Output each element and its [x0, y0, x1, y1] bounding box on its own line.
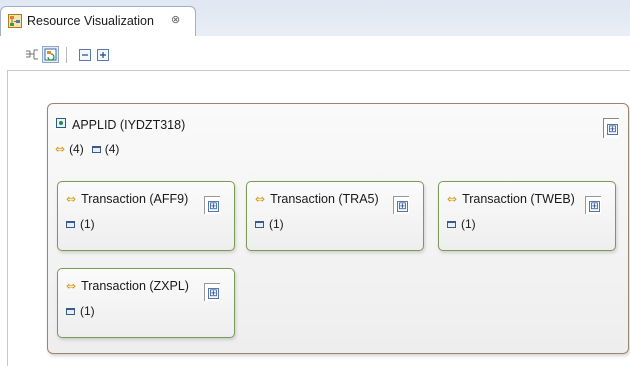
- expand-icon: ⊞: [607, 124, 618, 135]
- expand-icon: ⊞: [208, 201, 219, 212]
- transaction-expand-button[interactable]: ⊞: [585, 196, 601, 214]
- transaction-count: (1): [269, 217, 284, 231]
- transaction-title: ⇔ Transaction (TRA5): [255, 192, 379, 206]
- transaction-label: Transaction (AFF9): [81, 192, 189, 206]
- transaction-arrows-icon: ⇔: [55, 142, 66, 156]
- view-title: Resource Visualization: [27, 14, 154, 28]
- transaction-title: ⇔ Transaction (TWEB): [447, 192, 575, 206]
- transaction-title: ⇔ Transaction (AFF9): [66, 192, 188, 206]
- transaction-arrows-icon: ⇔: [255, 192, 266, 206]
- transaction-count: (1): [80, 304, 95, 318]
- transaction-title: ⇔ Transaction (ZXPL): [66, 279, 189, 293]
- toolbar-separator: [66, 47, 67, 63]
- expand-all-icon[interactable]: [96, 48, 110, 62]
- transaction-count: (1): [461, 217, 476, 231]
- transaction-card-zxpl[interactable]: ⇔ Transaction (ZXPL) (1) ⊞: [57, 268, 235, 338]
- region-icon: [91, 145, 101, 153]
- view-tab-bar: Resource Visualization ⊗: [0, 0, 630, 37]
- resource-visualization-icon: [8, 14, 22, 28]
- transaction-card-aff9[interactable]: ⇔ Transaction (AFF9) (1) ⊞: [57, 181, 235, 251]
- collapse-all-icon[interactable]: [78, 48, 92, 62]
- transaction-expand-button[interactable]: ⊞: [204, 283, 220, 301]
- region-icon: [255, 220, 264, 228]
- transaction-arrows-icon: ⇔: [66, 192, 77, 206]
- region-icon: [447, 220, 456, 228]
- transaction-label: Transaction (TWEB): [462, 192, 575, 206]
- transaction-count-row: (1): [66, 217, 95, 231]
- applid-expand-button[interactable]: ⊞: [603, 118, 619, 138]
- region-icon: [66, 220, 75, 228]
- transaction-expand-button[interactable]: ⊞: [393, 196, 409, 214]
- transaction-count: (1): [80, 217, 95, 231]
- view-toolbar: [0, 36, 630, 70]
- transaction-label: Transaction (ZXPL): [81, 279, 189, 293]
- applid-transaction-count: (4): [69, 142, 84, 156]
- applid-title: APPLID (IYDZT318): [72, 118, 186, 132]
- transaction-count-row: (1): [447, 217, 476, 231]
- layout-icon[interactable]: [25, 48, 39, 62]
- refresh-icon[interactable]: [42, 46, 59, 63]
- applid-region-count: (4): [104, 142, 120, 156]
- transaction-card-tra5[interactable]: ⇔ Transaction (TRA5) (1) ⊞: [246, 181, 424, 251]
- close-icon[interactable]: ⊗: [171, 13, 180, 26]
- expand-icon: ⊞: [589, 201, 600, 212]
- expand-icon: ⊞: [208, 288, 219, 299]
- applid-icon: [56, 118, 66, 128]
- transaction-arrows-icon: ⇔: [447, 192, 458, 206]
- transaction-count-row: (1): [66, 304, 95, 318]
- transaction-arrows-icon: ⇔: [66, 279, 77, 293]
- transaction-count-row: (1): [255, 217, 284, 231]
- expand-icon: ⊞: [397, 201, 408, 212]
- transaction-card-tweb[interactable]: ⇔ Transaction (TWEB) (1) ⊞: [438, 181, 616, 251]
- region-icon: [66, 307, 75, 315]
- transaction-expand-button[interactable]: ⊞: [204, 196, 220, 214]
- applid-counts: ⇔ (4) (4): [55, 142, 119, 156]
- transaction-label: Transaction (TRA5): [270, 192, 379, 206]
- resource-visualization-tab[interactable]: Resource Visualization ⊗: [0, 6, 196, 36]
